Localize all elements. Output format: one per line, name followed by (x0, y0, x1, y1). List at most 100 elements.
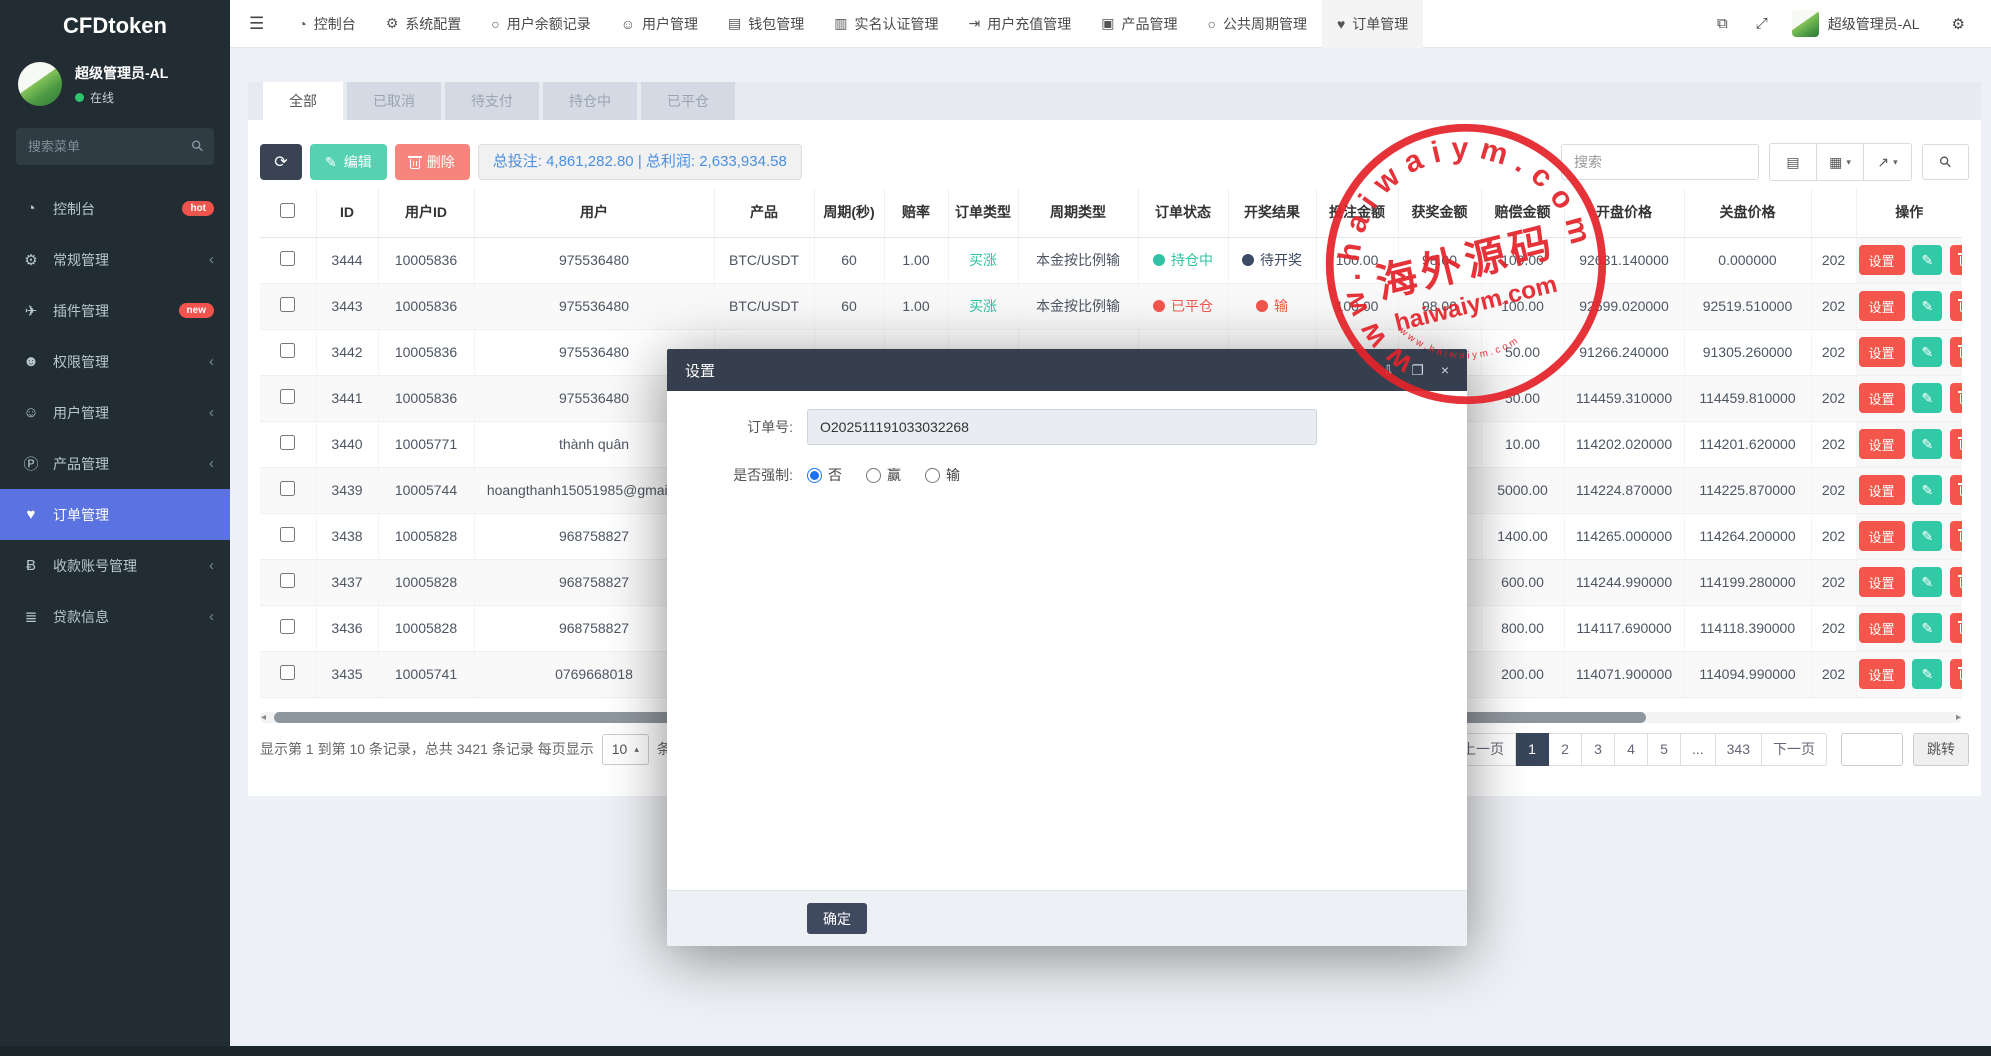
jump-page-input[interactable] (1841, 733, 1903, 766)
fullscreen-icon[interactable]: ⤢ (1742, 15, 1782, 32)
edit-row-button[interactable]: ✎ (1912, 383, 1942, 413)
scroll-left-icon[interactable]: ◂ (261, 712, 266, 723)
column-header[interactable]: 产品 (714, 188, 814, 237)
page-button[interactable]: 3 (1582, 733, 1615, 766)
edit-row-button[interactable]: ✎ (1912, 291, 1942, 321)
maximize-icon[interactable]: ❐ (1411, 362, 1424, 379)
row-checkbox[interactable] (280, 527, 295, 542)
top-nav-item[interactable]: ◔ 控制台 (283, 0, 370, 48)
column-header[interactable]: 用户ID (378, 188, 474, 237)
set-button[interactable]: 设置 (1859, 475, 1905, 505)
page-button[interactable]: 4 (1615, 733, 1648, 766)
force-radio[interactable] (807, 468, 822, 483)
edit-row-button[interactable]: ✎ (1912, 613, 1942, 643)
set-button[interactable]: 设置 (1859, 521, 1905, 551)
set-button[interactable]: 设置 (1859, 613, 1905, 643)
top-nav-item[interactable]: ▤ 钱包管理 (713, 0, 819, 48)
column-header[interactable]: 关盘价格 (1684, 188, 1811, 237)
column-header[interactable]: 赔偿金额 (1481, 188, 1564, 237)
sidebar-item[interactable]: ☻ 权限管理 ‹ (0, 336, 230, 387)
sidebar-item[interactable]: Ⓟ 产品管理 ‹ (0, 438, 230, 489)
delete-row-button[interactable] (1950, 567, 1962, 597)
column-header[interactable]: 开奖结果 (1228, 188, 1316, 237)
row-checkbox[interactable] (280, 573, 295, 588)
scroll-right-icon[interactable]: ▸ (1956, 712, 1961, 723)
edit-row-button[interactable]: ✎ (1912, 521, 1942, 551)
edit-row-button[interactable]: ✎ (1912, 429, 1942, 459)
force-option[interactable]: 赢 (866, 465, 901, 485)
column-header[interactable]: 订单类型 (948, 188, 1018, 237)
sidebar-item[interactable]: ⚙ 常规管理 ‹ (0, 234, 230, 285)
set-button[interactable]: 设置 (1859, 659, 1905, 689)
row-checkbox[interactable] (280, 665, 295, 680)
delete-row-button[interactable] (1950, 613, 1962, 643)
delete-row-button[interactable] (1950, 429, 1962, 459)
table-search-input[interactable] (1561, 144, 1759, 180)
delete-row-button[interactable] (1950, 383, 1962, 413)
set-button[interactable]: 设置 (1859, 429, 1905, 459)
status-tab[interactable]: 待支付 (445, 82, 539, 120)
page-button[interactable]: 1 (1516, 733, 1549, 766)
edit-button[interactable]: ✎ 编辑 (310, 144, 387, 180)
gear-icon[interactable]: ⚙ (1938, 15, 1979, 33)
current-user-label[interactable]: 超级管理员-AL (1828, 14, 1938, 34)
delete-row-button[interactable] (1950, 659, 1962, 689)
top-nav-item[interactable]: ▣ 产品管理 (1086, 0, 1192, 48)
set-button[interactable]: 设置 (1859, 383, 1905, 413)
edit-row-button[interactable]: ✎ (1912, 659, 1942, 689)
edit-row-button[interactable]: ✎ (1912, 337, 1942, 367)
delete-row-button[interactable] (1950, 521, 1962, 551)
force-option[interactable]: 否 (807, 465, 842, 485)
top-nav-item[interactable]: ▥ 实名认证管理 (819, 0, 953, 48)
row-checkbox[interactable] (280, 481, 295, 496)
page-button[interactable]: 5 (1648, 733, 1681, 766)
columns-button[interactable]: ▦▾ (1817, 144, 1864, 180)
row-checkbox[interactable] (280, 435, 295, 450)
column-header[interactable]: 周期(秒) (814, 188, 884, 237)
set-button[interactable]: 设置 (1859, 337, 1905, 367)
sidebar-item[interactable]: ✈ 插件管理 new (0, 285, 230, 336)
column-header[interactable]: 获奖金额 (1398, 188, 1481, 237)
top-nav-item[interactable]: ○ 用户余额记录 (476, 0, 605, 48)
hamburger-icon[interactable]: ☰ (230, 14, 283, 34)
delete-row-button[interactable] (1950, 475, 1962, 505)
page-size-select[interactable]: 10 ▴ (602, 734, 649, 765)
force-option[interactable]: 输 (925, 465, 960, 485)
refresh-button[interactable]: ⟳ (260, 144, 302, 180)
avatar[interactable] (1792, 10, 1819, 37)
row-checkbox[interactable] (280, 619, 295, 634)
close-icon[interactable]: × (1441, 362, 1449, 379)
sidebar-search-input[interactable] (16, 128, 214, 165)
export-button[interactable]: ↗▾ (1864, 144, 1911, 180)
set-button[interactable]: 设置 (1859, 567, 1905, 597)
search-submit-button[interactable]: ⚲ (1922, 144, 1969, 180)
top-nav-item[interactable]: ☺ 用户管理 (606, 0, 713, 48)
page-button[interactable]: 343 (1716, 733, 1762, 766)
order-number-input[interactable] (807, 409, 1317, 445)
edit-row-button[interactable]: ✎ (1912, 475, 1942, 505)
column-header[interactable]: 操作 (1856, 188, 1962, 237)
sidebar-item[interactable]: ≣ 贷款信息 ‹ (0, 591, 230, 642)
delete-row-button[interactable] (1950, 245, 1962, 275)
page-button[interactable]: 下一页 (1762, 733, 1827, 766)
row-checkbox[interactable] (280, 343, 295, 358)
dialog-header[interactable]: 设置 ⇩ ❐ × (667, 349, 1467, 391)
confirm-button[interactable]: 确定 (807, 903, 867, 934)
column-header[interactable]: ID (316, 188, 378, 237)
status-tab[interactable]: 全部 (263, 82, 343, 120)
row-checkbox[interactable] (280, 251, 295, 266)
sidebar-item[interactable]: ◔ 控制台 hot (0, 183, 230, 234)
status-tab[interactable]: 持仓中 (543, 82, 637, 120)
delete-button[interactable]: 删除 (395, 144, 470, 180)
edit-row-button[interactable]: ✎ (1912, 567, 1942, 597)
delete-row-button[interactable] (1950, 337, 1962, 367)
column-header[interactable]: 用户 (474, 188, 714, 237)
jump-button[interactable]: 跳转 (1913, 733, 1969, 766)
set-button[interactable]: 设置 (1859, 245, 1905, 275)
select-all-checkbox[interactable] (280, 203, 295, 218)
force-radio[interactable] (866, 468, 881, 483)
status-tab[interactable]: 已取消 (347, 82, 441, 120)
page-button[interactable]: 2 (1549, 733, 1582, 766)
paging-toggle-button[interactable]: ▤ (1770, 144, 1817, 180)
set-button[interactable]: 设置 (1859, 291, 1905, 321)
